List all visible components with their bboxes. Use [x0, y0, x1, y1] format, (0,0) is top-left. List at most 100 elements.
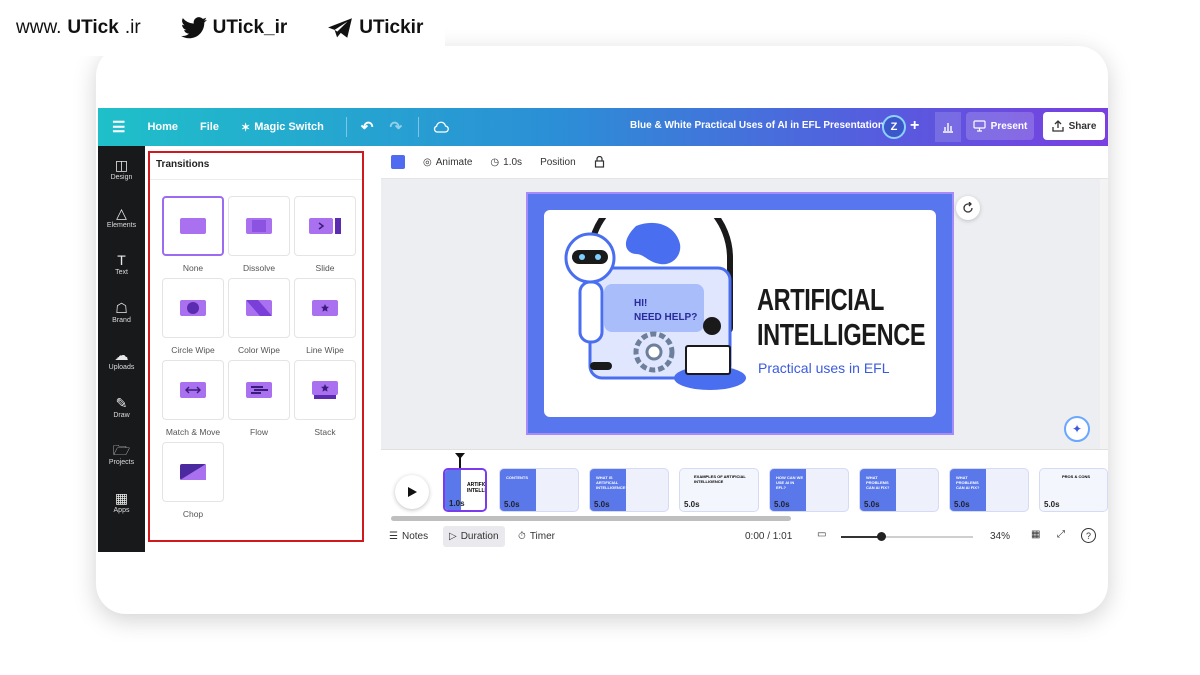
add-collaborator-icon[interactable]: + [910, 117, 919, 135]
chop-transition-icon [180, 464, 206, 480]
timeline: ARTIFICI INTELLI 1.0s CONTENTS 5.0s WHAT … [381, 449, 1108, 521]
transition-line-wipe[interactable]: Line Wipe [294, 278, 356, 355]
transition-label: None [182, 263, 204, 273]
thumb-bg [805, 469, 848, 511]
color-swatch[interactable] [391, 155, 405, 169]
thumb-title: ARTIFICI INTELLI [467, 482, 487, 494]
lock-icon[interactable] [594, 156, 605, 168]
transition-tile[interactable] [294, 278, 356, 338]
rail-item-design[interactable]: ◫ Design [98, 146, 145, 194]
playback-time: 0:00 / 1:01 [745, 531, 793, 542]
rail-item-draw[interactable]: ✎ Draw [98, 384, 145, 432]
magic-switch-label: Magic Switch [254, 121, 324, 133]
magic-switch-button[interactable]: ✶ Magic Switch [241, 121, 324, 134]
line-wipe-transition-icon [312, 300, 338, 316]
transition-tile[interactable] [294, 196, 356, 256]
telegram-handle: UTickir [327, 17, 423, 39]
present-button[interactable]: Present [966, 112, 1034, 140]
left-rail: ◫ Design △ Elements T Text ☖ Brand ☁ Uploads … [98, 146, 145, 552]
fullscreen-icon[interactable]: ⤢ [1057, 529, 1065, 540]
slide-thumbnail-current[interactable]: ARTIFICI INTELLI 1.0s [443, 468, 487, 512]
title-line-2: INTELLIGENCE [757, 317, 926, 352]
page-view-icon[interactable]: ▭ [817, 529, 826, 540]
slide-canvas[interactable]: HI! NEED HELP? ARTIFICIAL INTELLIGENCE P… [526, 192, 954, 435]
animate-button[interactable]: ◎ Animate [423, 157, 472, 168]
hamburger-icon[interactable]: ☰ [112, 118, 125, 136]
slide-thumbnail[interactable]: CONTENTS 5.0s [499, 468, 579, 512]
transition-circle-wipe[interactable]: Circle Wipe [162, 278, 224, 355]
zoom-level[interactable]: 34% [990, 531, 1010, 542]
transition-tile[interactable] [228, 278, 290, 338]
transition-match-move[interactable]: Match & Move [162, 360, 224, 437]
notes-button[interactable]: ☰ Notes [389, 531, 428, 542]
transition-slide[interactable]: Slide [294, 196, 356, 273]
insights-chart-icon[interactable] [935, 112, 961, 142]
match-move-transition-icon [180, 382, 206, 398]
transition-tile[interactable] [294, 360, 356, 420]
slide-title[interactable]: ARTIFICIAL INTELLIGENCE [757, 282, 926, 352]
undo-icon[interactable]: ↶ [361, 118, 374, 136]
duration-toggle[interactable]: ▷ Duration [443, 526, 505, 547]
transition-tile[interactable] [162, 442, 224, 502]
transition-label: Stack [314, 427, 336, 437]
slide-thumbnail[interactable]: EXAMPLES OF ARTIFICIAL INTELLIGENCE 5.0s [679, 468, 759, 512]
rail-label: Apps [113, 506, 130, 514]
file-menu-button[interactable]: File [200, 121, 219, 133]
rail-item-elements[interactable]: △ Elements [98, 194, 145, 242]
website-label: www. UTick .ir [16, 17, 141, 38]
transition-tile[interactable] [228, 196, 290, 256]
rail-label: Elements [106, 221, 137, 229]
cloud-save-icon[interactable] [433, 121, 449, 133]
divider [418, 117, 420, 137]
rail-item-text[interactable]: T Text [98, 241, 145, 289]
bubble-text-1: HI! [634, 298, 647, 309]
duration-button[interactable]: ◷ 1.0s [490, 157, 522, 168]
transition-stack[interactable]: Stack [294, 360, 356, 437]
horizontal-scrollbar[interactable] [391, 516, 791, 521]
slide-thumbnail[interactable]: WHAT PROBLEMS CAN AI FIX? 5.0s [859, 468, 939, 512]
folder-icon: 🗁 [112, 442, 131, 459]
zoom-slider-handle[interactable] [876, 532, 886, 541]
grid-view-icon[interactable]: ▦ [1031, 529, 1040, 540]
transition-dissolve[interactable]: Dissolve [228, 196, 290, 273]
position-button[interactable]: Position [540, 157, 576, 168]
zoom-slider[interactable] [841, 532, 973, 541]
slide-thumbnail[interactable]: WHAT IS ARTIFICIAL INTELLIGENCE? 5.0s [589, 468, 669, 512]
redo-icon[interactable]: ↷ [389, 118, 402, 136]
home-button[interactable]: Home [147, 121, 178, 133]
thumb-duration: 5.0s [504, 500, 520, 509]
transition-flow[interactable]: Flow [228, 360, 290, 437]
transition-none[interactable]: None [162, 196, 224, 273]
rail-item-brand[interactable]: ☖ Brand [98, 289, 145, 337]
upload-cloud-icon: ☁ [114, 347, 129, 364]
rail-item-projects[interactable]: 🗁 Projects [98, 431, 145, 479]
rail-label: Uploads [108, 364, 135, 372]
play-button[interactable] [395, 475, 429, 509]
slide-thumbnail[interactable]: WHAT PROBLEMS CAN AI FIX? 5.0s [949, 468, 1029, 512]
rail-item-uploads[interactable]: ☁ Uploads [98, 336, 145, 384]
help-icon[interactable]: ? [1081, 528, 1096, 543]
transition-tile[interactable] [162, 278, 224, 338]
telegram-icon [328, 18, 353, 38]
rail-item-apps[interactable]: ▦ Apps [98, 479, 145, 527]
transition-tile[interactable] [162, 360, 224, 420]
slide-thumbnail[interactable]: HOW CAN WE USE AI IN EFL? 5.0s [769, 468, 849, 512]
slide-thumbnail[interactable]: PROS & CONS 5.0s [1039, 468, 1108, 512]
transition-tile[interactable] [228, 360, 290, 420]
share-button[interactable]: Share [1043, 112, 1105, 140]
transition-tile[interactable] [162, 196, 224, 256]
magic-assistant-icon[interactable]: ✦ [1064, 416, 1090, 442]
refresh-icon[interactable] [956, 196, 980, 220]
document-title[interactable]: Blue & White Practical Uses of AI in EFL… [630, 120, 884, 131]
transition-color-wipe[interactable]: Color Wipe [228, 278, 290, 355]
twitter-bird-icon [180, 17, 207, 39]
animate-label: Animate [435, 156, 473, 168]
thumb-bg [895, 469, 938, 511]
avatar[interactable]: Z [882, 115, 906, 139]
circle-wipe-transition-icon [180, 300, 206, 316]
thumb-title: CONTENTS [506, 475, 528, 480]
timer-button[interactable]: ⏱ Timer [518, 531, 555, 542]
transition-chop[interactable]: Chop [162, 442, 224, 519]
thumb-bg [985, 469, 1028, 511]
slide-subtitle[interactable]: Practical uses in EFL [758, 360, 890, 376]
